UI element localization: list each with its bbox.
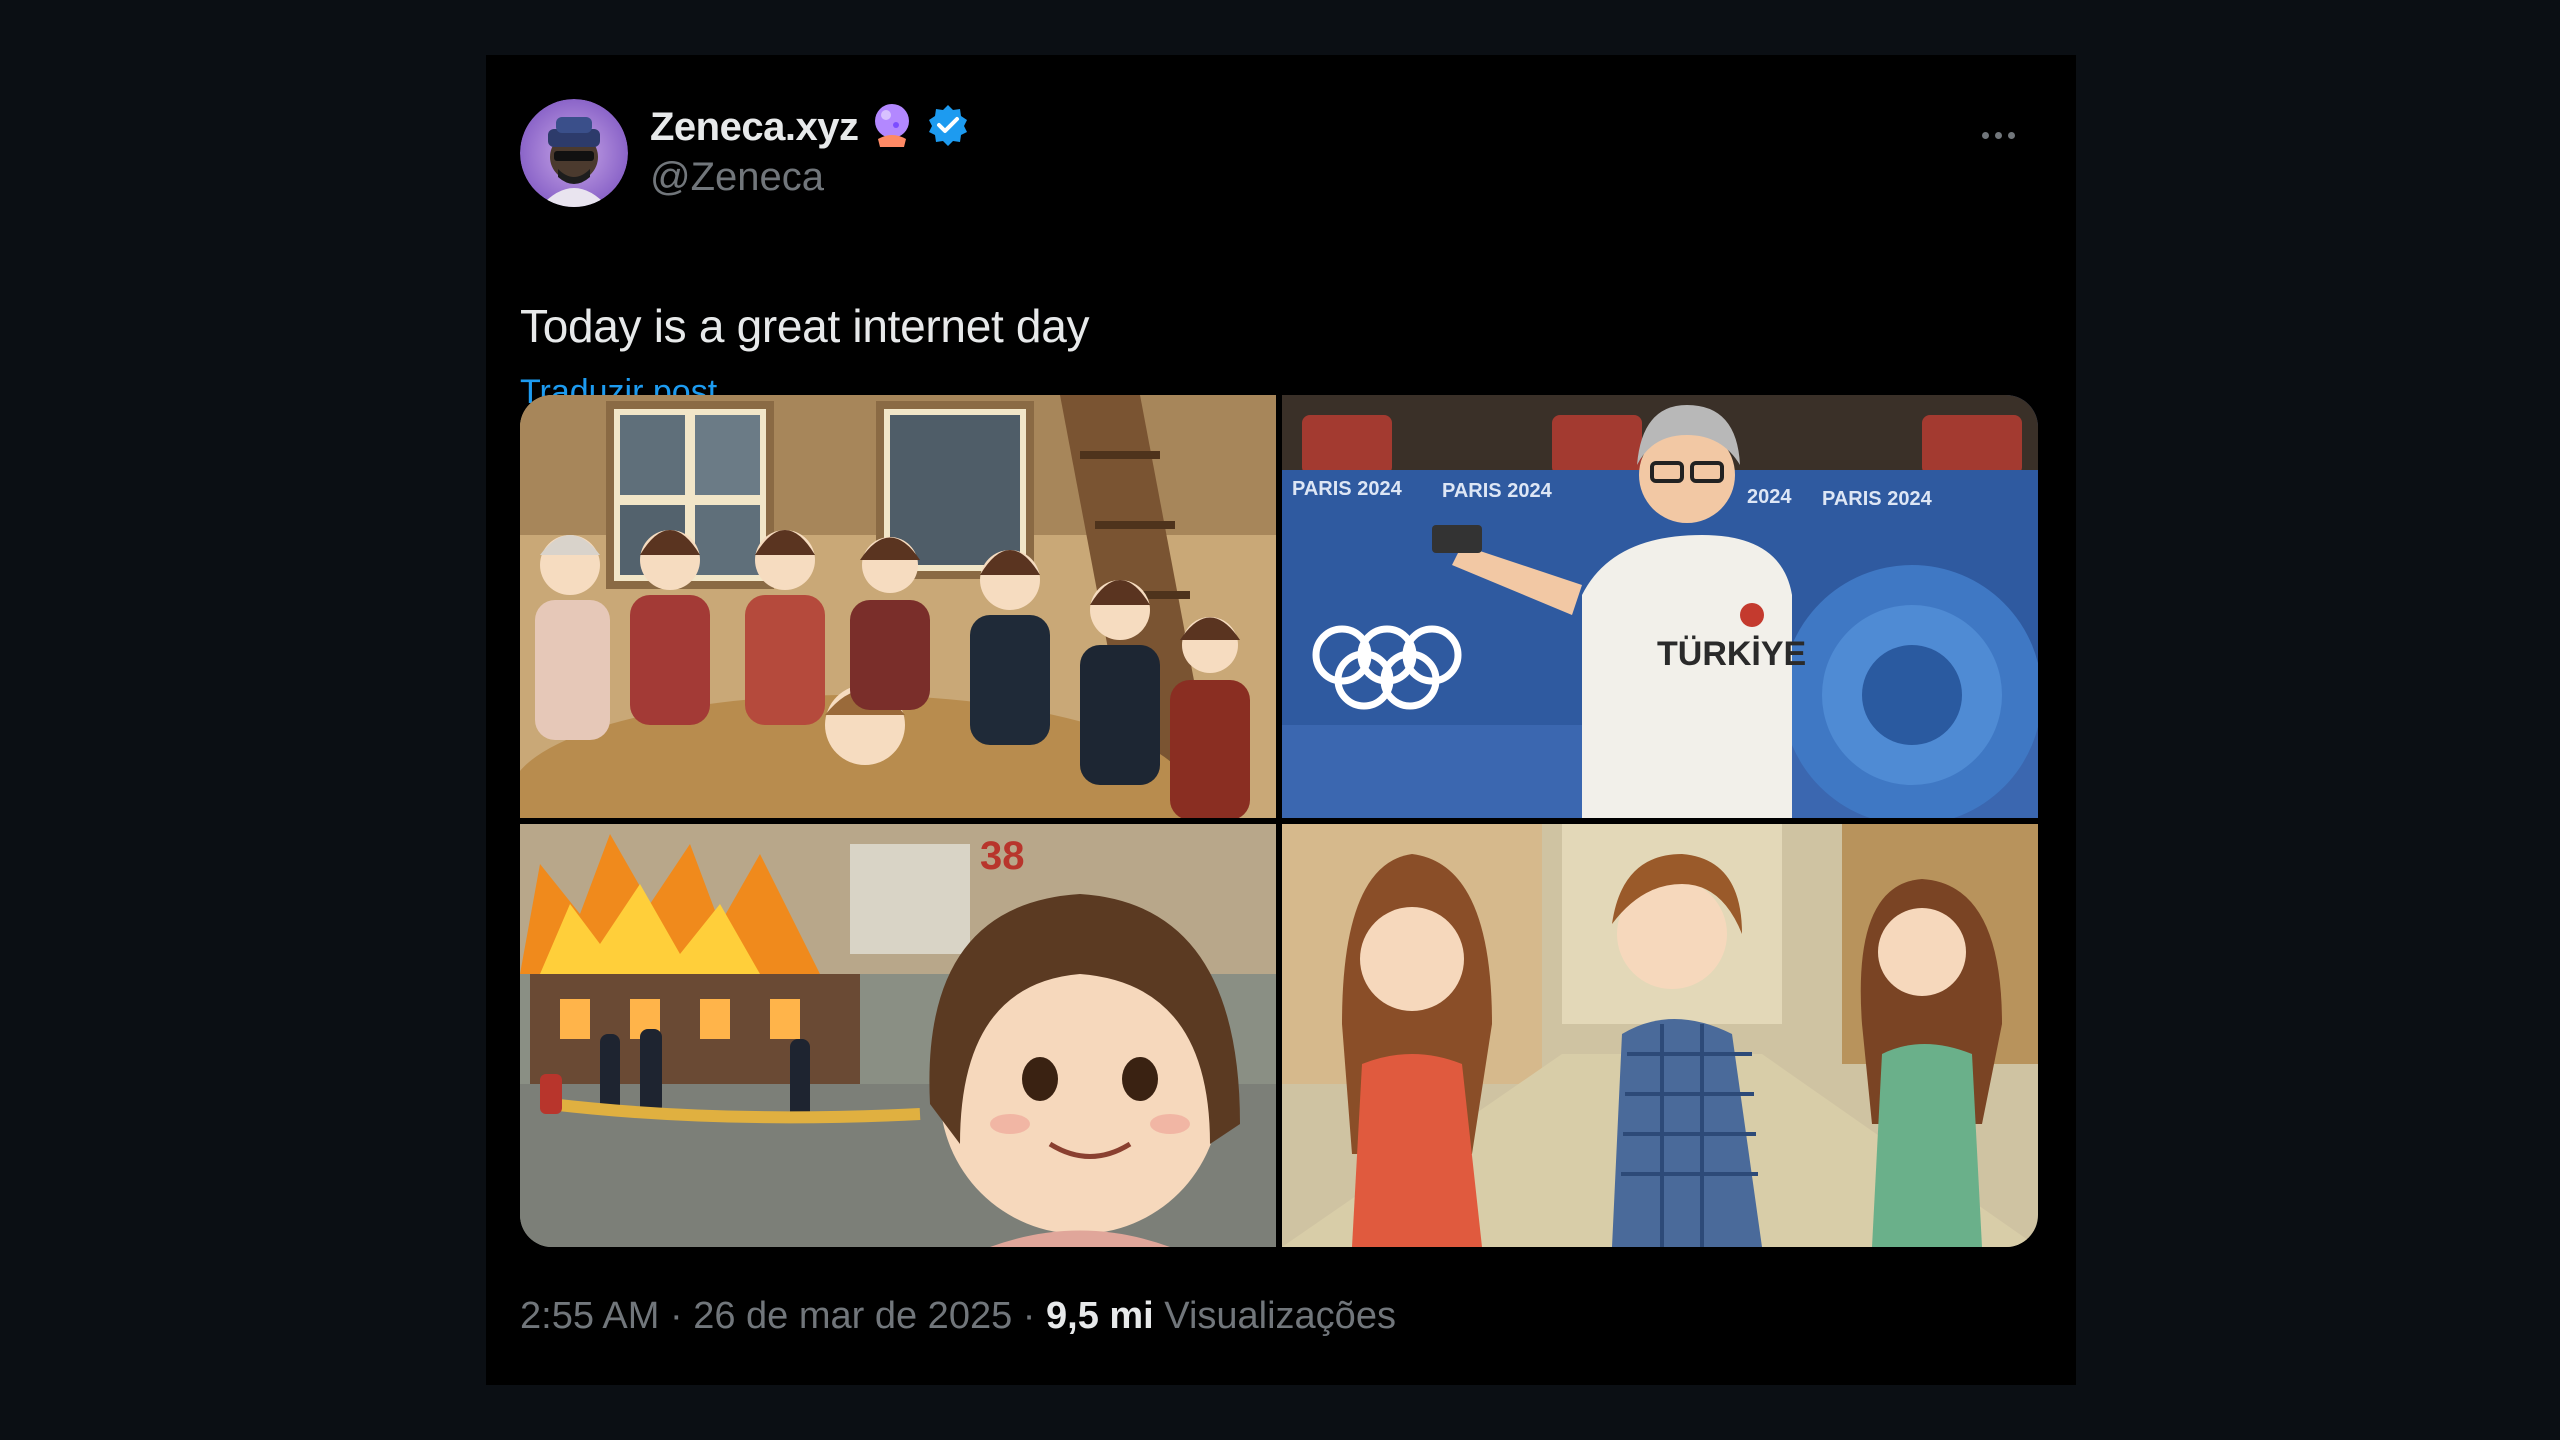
media-image-olympic-shooter[interactable]: PARIS 2024 PARIS 2024 2024 PARIS 2024 TÜ…	[1282, 395, 2038, 818]
banner-text-4: PARIS 2024	[1822, 488, 1933, 510]
tile-number-text: 38	[980, 834, 1025, 878]
tweet-text: Today is a great internet day	[520, 300, 1090, 352]
more-dot-icon	[2007, 131, 2015, 139]
media-grid: PARIS 2024 PARIS 2024 2024 PARIS 2024 TÜ…	[520, 395, 2038, 1247]
tweet-time[interactable]: 2:55 AM	[520, 1295, 659, 1338]
meta-separator: ·	[659, 1295, 694, 1337]
more-options-button[interactable]	[1968, 115, 2028, 155]
media-image-burning-house-girl[interactable]: 38	[520, 824, 1276, 1247]
banner-text-2: PARIS 2024	[1442, 480, 1553, 502]
author-handle[interactable]: @Zeneca	[650, 155, 824, 200]
tweet-card: Zeneca.xyz @Zeneca Today is a great inte…	[486, 55, 2076, 1385]
author-display-name[interactable]: Zeneca.xyz	[650, 105, 859, 150]
verified-badge-icon[interactable]	[926, 103, 970, 152]
author-name-row: Zeneca.xyz	[650, 99, 970, 155]
meta-separator: ·	[1012, 1295, 1046, 1337]
views-label: Visualizações	[1164, 1295, 1396, 1337]
banner-text-1: PARIS 2024	[1292, 478, 1403, 500]
media-image-distracted-boyfriend[interactable]	[1282, 824, 2038, 1247]
crystal-ball-icon	[870, 101, 914, 154]
banner-text-3: 2024	[1747, 486, 1792, 508]
tweet-date[interactable]: 26 de mar de 2025	[693, 1295, 1012, 1338]
tweet-meta-row: 2:55 AM · 26 de mar de 2025 · 9,5 mi Vis…	[520, 1295, 1396, 1338]
avatar-image	[520, 99, 628, 207]
views-count: 9,5 mi	[1046, 1295, 1154, 1337]
more-dot-icon	[1981, 131, 1989, 139]
author-avatar[interactable]	[520, 99, 628, 207]
media-image-family-dinner[interactable]	[520, 395, 1276, 818]
jersey-text: TÜRKİYE	[1657, 635, 1806, 673]
more-dot-icon	[1994, 131, 2002, 139]
